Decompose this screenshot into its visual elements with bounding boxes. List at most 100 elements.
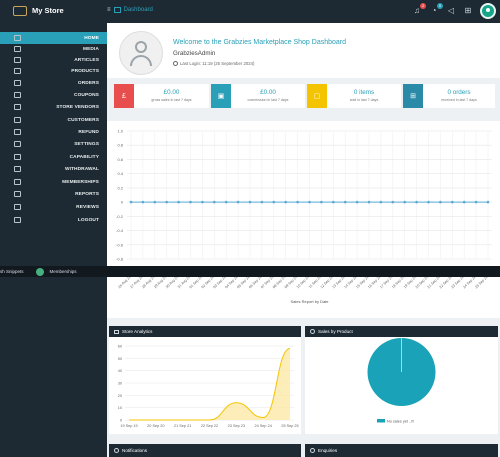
sidebar-item-label: HOME <box>84 35 99 41</box>
last-login: Last Login: 11:19 (25 September 2024) <box>173 61 254 66</box>
avatar[interactable] <box>480 3 496 19</box>
store-analytics-panel: Store Analytics 60 50 40 30 20 10 0 19 Sep 19 20… <box>109 326 301 434</box>
stat-value: £0.00 <box>260 89 276 96</box>
data-point <box>224 200 228 204</box>
breadcrumb[interactable]: ≡ Dashboard <box>107 7 153 13</box>
data-point <box>367 200 371 204</box>
power-icon <box>14 217 21 223</box>
bell-icon[interactable]: ♫ 2 <box>412 3 426 16</box>
messages-icon[interactable]: ◔ 0 <box>429 3 443 16</box>
panel-title: Enquiries <box>318 448 338 453</box>
data-point <box>474 200 478 204</box>
chart-icon <box>114 329 119 334</box>
top-icons: ♫ 2 ◔ 0 ◁ ⊞ <box>412 3 496 19</box>
legend-label: No sales yet ..!!! <box>387 420 414 424</box>
panel-title: Store Analytics <box>122 329 153 334</box>
cart-icon <box>14 80 21 86</box>
sidebar-item-reviews[interactable]: REVIEWS <box>0 201 107 213</box>
sidebar-item-refund[interactable]: REFUND <box>0 126 107 138</box>
store-analytics-svg: 60 50 40 30 20 10 019 Sep 19 20 Sep 20 21 Sep 21… <box>118 345 299 429</box>
sidebar-item-store-vendors[interactable]: STORE VENDORS <box>0 101 107 113</box>
sidebar-item-coupons[interactable]: COUPONS <box>0 89 107 101</box>
notifications-panel: Notifications <box>109 444 301 457</box>
money-icon: ▣ <box>211 84 231 108</box>
stat-items-sold[interactable]: ▢ 0 items sold in last 7 days <box>307 84 401 108</box>
data-point <box>189 200 192 204</box>
dashboard-icon <box>113 7 121 13</box>
stat-commission[interactable]: ▣ £0.00 commission in last 7 days <box>211 84 305 108</box>
sidebar-item-withdrawal[interactable]: WITHDRAWAL <box>0 163 107 175</box>
messages-badge: 0 <box>437 3 443 9</box>
memberships-link[interactable]: Memberships <box>50 269 77 274</box>
x-tick-label: 24 Sep 24 <box>255 424 272 428</box>
data-point <box>141 200 145 204</box>
megaphone-icon[interactable]: ◁ <box>446 6 456 16</box>
sidebar-item-logout[interactable]: LOGOUT <box>0 214 107 226</box>
stat-desc: received in last 7 days <box>441 98 477 102</box>
panel-header: Store Analytics <box>109 326 301 337</box>
avatar-head-icon <box>135 41 147 53</box>
data-point <box>462 200 466 204</box>
sidebar-item-reports[interactable]: REPORTS <box>0 188 107 200</box>
data-point <box>308 200 311 204</box>
data-point <box>213 200 216 204</box>
stat-gross-sales[interactable]: £ £0.00 gross sales in last 7 days <box>114 84 209 108</box>
data-point <box>379 200 383 204</box>
gift-icon <box>14 92 21 98</box>
sidebar-item-customers[interactable]: CUSTOMERS <box>0 114 107 126</box>
x-axis-label: Sales Report by Date <box>290 299 329 304</box>
sidebar: HOME MEDIA ARTICLES PRODUCTS ORDERS COUPONS ST… <box>0 23 107 457</box>
series-line <box>129 347 291 421</box>
file-icon <box>14 57 21 63</box>
data-point <box>165 200 168 204</box>
data-point <box>427 200 430 204</box>
snippets-link[interactable]: sh Snippets <box>0 269 24 274</box>
data-point <box>272 200 276 204</box>
y-tick-label: 0.2 <box>117 185 123 190</box>
data-point <box>403 200 407 204</box>
sidebar-item-orders[interactable]: ORDERS <box>0 77 107 89</box>
panel-header: Notifications <box>109 444 301 457</box>
pound-icon: £ <box>114 84 134 108</box>
sales-report-svg: 1.00.80.60.40.20-0.2-0.4-0.6-0.826 Aug 2… <box>116 129 492 304</box>
stat-value: 0 items <box>353 89 375 96</box>
stat-desc: gross sales in last 7 days <box>151 98 192 102</box>
x-tick-label: 23 Sep 23 <box>228 424 245 428</box>
pie-icon <box>310 329 315 334</box>
exchange-icon <box>14 129 21 135</box>
question-icon <box>310 448 315 453</box>
data-point <box>284 200 287 204</box>
x-tick-label: 19 Sep 19 <box>120 424 137 428</box>
sidebar-item-settings[interactable]: SETTINGS <box>0 138 107 150</box>
data-point <box>296 200 299 204</box>
data-point <box>332 200 335 204</box>
sidebar-item-memberships[interactable]: MEMBERSHIPS <box>0 176 107 188</box>
grid-icon[interactable]: ⊞ <box>463 6 473 16</box>
y-tick-label: 50 <box>118 357 122 361</box>
store-title[interactable]: My Store <box>32 6 64 15</box>
user-cog-icon <box>14 154 21 160</box>
stat-value: 0 orders <box>447 89 471 96</box>
y-tick-label: 0.8 <box>117 143 123 148</box>
sidebar-item-capability[interactable]: CAPABILITY <box>0 151 107 163</box>
stat-orders[interactable]: ⊞ 0 orders received in last 7 days <box>403 84 495 108</box>
y-tick-label: 0.4 <box>117 171 123 176</box>
y-tick-label: 0.6 <box>117 157 123 162</box>
notification-badge: 2 <box>420 3 426 9</box>
breadcrumb-dashboard[interactable]: Dashboard <box>124 7 153 13</box>
top-bar: My Store ≡ Dashboard ♫ 2 ◔ 0 ◁ ⊞ <box>0 0 500 23</box>
monitor-icon <box>14 35 21 41</box>
stat-value: £0.00 <box>163 89 180 96</box>
y-tick-label: 1.0 <box>117 129 123 134</box>
data-point <box>129 200 133 204</box>
data-point <box>355 200 359 204</box>
menu-toggle-icon[interactable]: ≡ <box>107 7 111 13</box>
y-tick-label: 30 <box>118 382 122 386</box>
store-logo-icon[interactable] <box>13 6 27 16</box>
card-icon <box>14 166 21 172</box>
welcome-username: GrabziesAdmin <box>173 50 216 57</box>
sidebar-item-products[interactable]: PRODUCTS <box>0 65 107 77</box>
pie-icon <box>14 191 21 197</box>
profile-avatar[interactable] <box>119 31 163 75</box>
users-icon <box>14 117 21 123</box>
